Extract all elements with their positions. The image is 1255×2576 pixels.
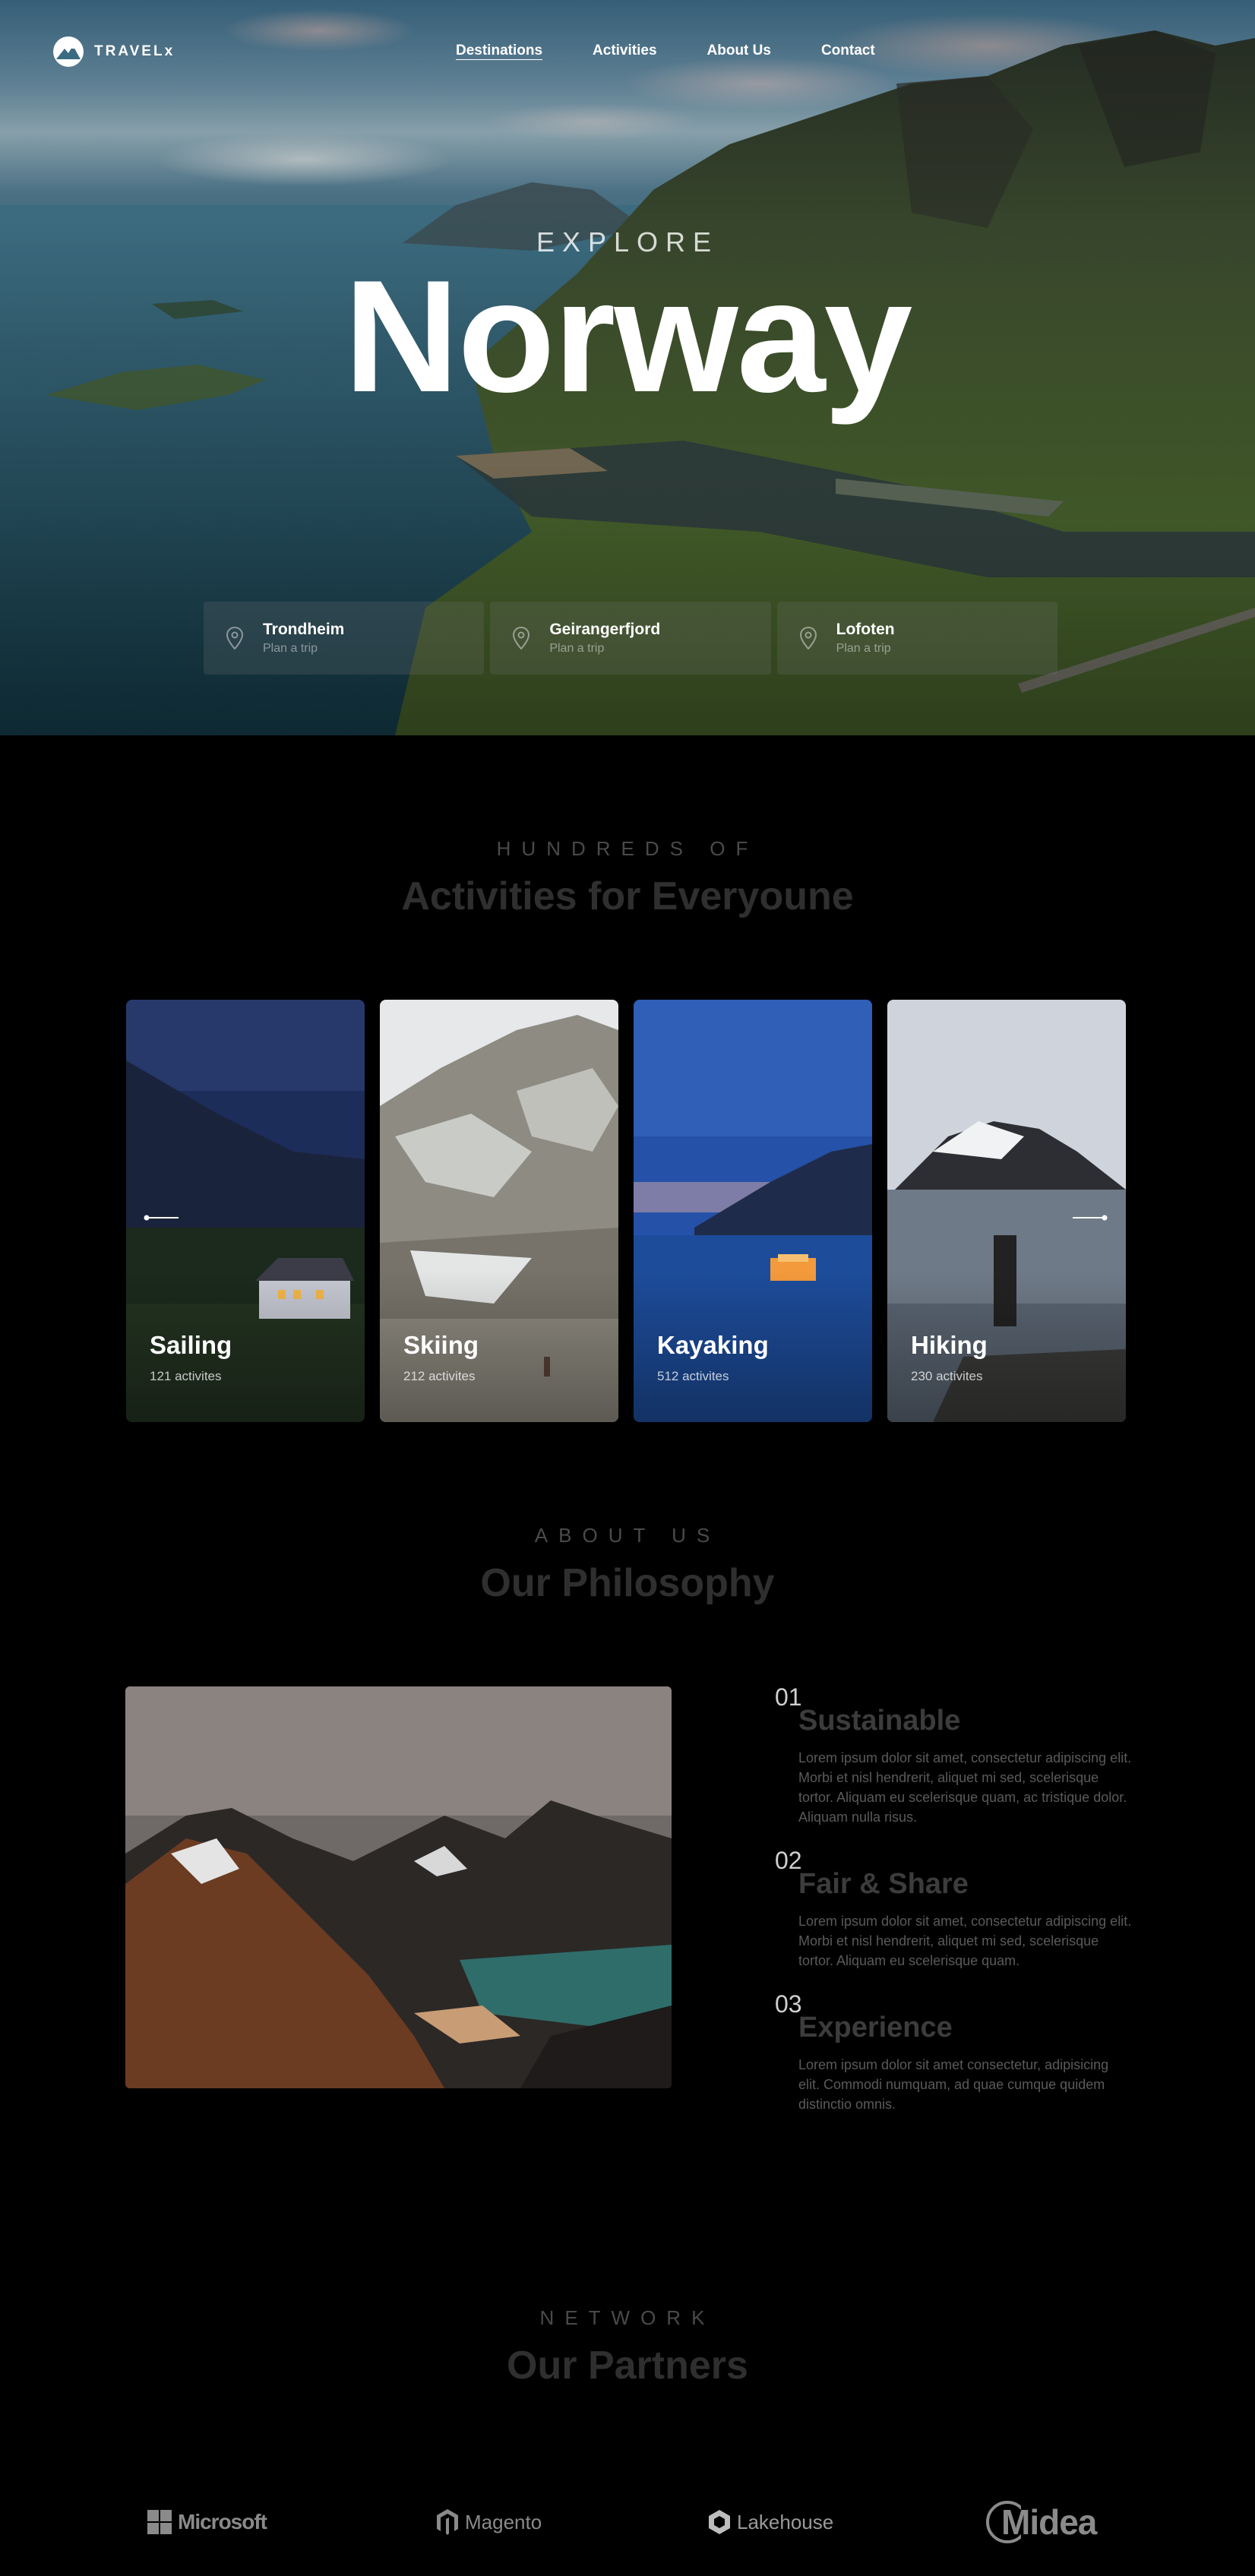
main-navbar: TRAVELx Destinations Activities About Us… <box>0 0 1255 103</box>
activity-title: Sailing <box>150 1331 232 1359</box>
slider-next-handle[interactable] <box>1073 1215 1108 1221</box>
nav-links: Destinations Activities About Us Contact <box>456 43 875 59</box>
item-text: Lorem ipsum dolor sit amet, consectetur … <box>798 1914 1132 1968</box>
nav-link-activities[interactable]: Activities <box>593 43 656 59</box>
destination-name: Lofoten <box>836 621 895 638</box>
map-pin-icon <box>226 627 243 650</box>
lakehouse-logo-icon <box>709 2510 730 2534</box>
nav-link-about-us[interactable]: About Us <box>707 43 771 59</box>
about-kicker: ABOUT US <box>534 1524 721 1547</box>
partner-logos: Microsoft Magento Lakehouse Midea <box>0 2484 1255 2560</box>
activity-title: Kayaking <box>657 1331 769 1359</box>
item-text: Lorem ipsum dolor sit amet, consectetur … <box>798 1750 1132 1825</box>
activity-count: 512 activites <box>657 1369 729 1383</box>
activity-title: Skiing <box>403 1331 479 1359</box>
philosophy-item: 02 Fair & Share Lorem ipsum dolor sit am… <box>775 1848 1132 1971</box>
destination-bar: Trondheim Plan a trip Geirangerfjord Pla… <box>204 602 1057 675</box>
destination-subtitle: Plan a trip <box>836 642 891 655</box>
partner-name: Microsoft <box>178 2510 267 2533</box>
partner-logo-midea[interactable]: Midea <box>985 2484 1097 2560</box>
partners-title: Our Partners <box>507 2344 748 2388</box>
map-pin-icon <box>799 627 817 650</box>
activities-kicker: HUNDREDS OF <box>496 837 759 860</box>
activity-card-skiing[interactable]: Skiing 212 activites <box>380 1000 618 1422</box>
activity-card-hiking[interactable]: Hiking 230 activites <box>887 1000 1126 1422</box>
activity-card-sailing[interactable]: Sailing 121 activites <box>126 1000 365 1422</box>
partner-name: Magento <box>465 2510 542 2533</box>
item-heading: Experience <box>798 2012 953 2043</box>
partner-logo-magento[interactable]: Magento <box>436 2484 542 2560</box>
partner-name: Midea <box>1001 2502 1097 2542</box>
partner-logo-microsoft[interactable]: Microsoft <box>147 2484 267 2560</box>
nav-link-destinations[interactable]: Destinations <box>456 43 542 59</box>
activity-count: 230 activites <box>911 1369 983 1383</box>
destination-lofoten[interactable]: Lofoten Plan a trip <box>776 602 1057 675</box>
destination-subtitle: Plan a trip <box>263 642 318 655</box>
slider-prev-handle[interactable] <box>144 1215 179 1221</box>
brand-logo[interactable]: TRAVELx <box>53 36 175 67</box>
philosophy-list: 01 Sustainable Lorem ipsum dolor sit ame… <box>775 1685 1132 2114</box>
destination-name: Trondheim <box>263 621 345 638</box>
item-heading: Sustainable <box>798 1705 961 1737</box>
map-pin-icon <box>513 627 530 650</box>
destination-subtitle: Plan a trip <box>549 642 605 655</box>
magento-logo-icon <box>437 2509 458 2535</box>
mountain-photo <box>125 1686 672 2088</box>
partners-kicker: NETWORK <box>539 2306 716 2329</box>
partner-name: Lakehouse <box>737 2510 834 2533</box>
destination-geirangerfjord[interactable]: Geirangerfjord Plan a trip <box>490 602 771 675</box>
philosophy-item: 01 Sustainable Lorem ipsum dolor sit ame… <box>775 1685 1132 1827</box>
mountain-logo-icon <box>53 36 84 67</box>
item-text: Lorem ipsum dolor sit amet consectetur, … <box>798 2057 1109 2112</box>
destination-name: Geirangerfjord <box>549 621 661 638</box>
activity-count: 212 activites <box>403 1369 476 1383</box>
destination-trondheim[interactable]: Trondheim Plan a trip <box>204 602 485 675</box>
activity-count: 121 activites <box>150 1369 222 1383</box>
partner-logo-lakehouse[interactable]: Lakehouse <box>708 2484 833 2560</box>
about-title: Our Philosophy <box>480 1561 775 1605</box>
activities-title: Activities for Everyoune <box>401 874 854 918</box>
activity-card-kayaking[interactable]: Kayaking 512 activites <box>634 1000 872 1422</box>
activities-carousel: Sailing 121 activites Skiing 212 activit… <box>126 1000 1127 1422</box>
microsoft-logo-icon <box>147 2510 172 2534</box>
philosophy-item: 03 Experience Lorem ipsum dolor sit amet… <box>775 1992 1132 2114</box>
hero-title: Norway <box>343 247 913 425</box>
philosophy-image <box>125 1686 672 2088</box>
activity-title: Hiking <box>911 1331 988 1359</box>
hero-section: TRAVELx Destinations Activities About Us… <box>0 0 1255 735</box>
item-heading: Fair & Share <box>798 1868 969 1900</box>
brand-name: TRAVELx <box>94 43 175 59</box>
nav-link-contact[interactable]: Contact <box>821 43 875 59</box>
